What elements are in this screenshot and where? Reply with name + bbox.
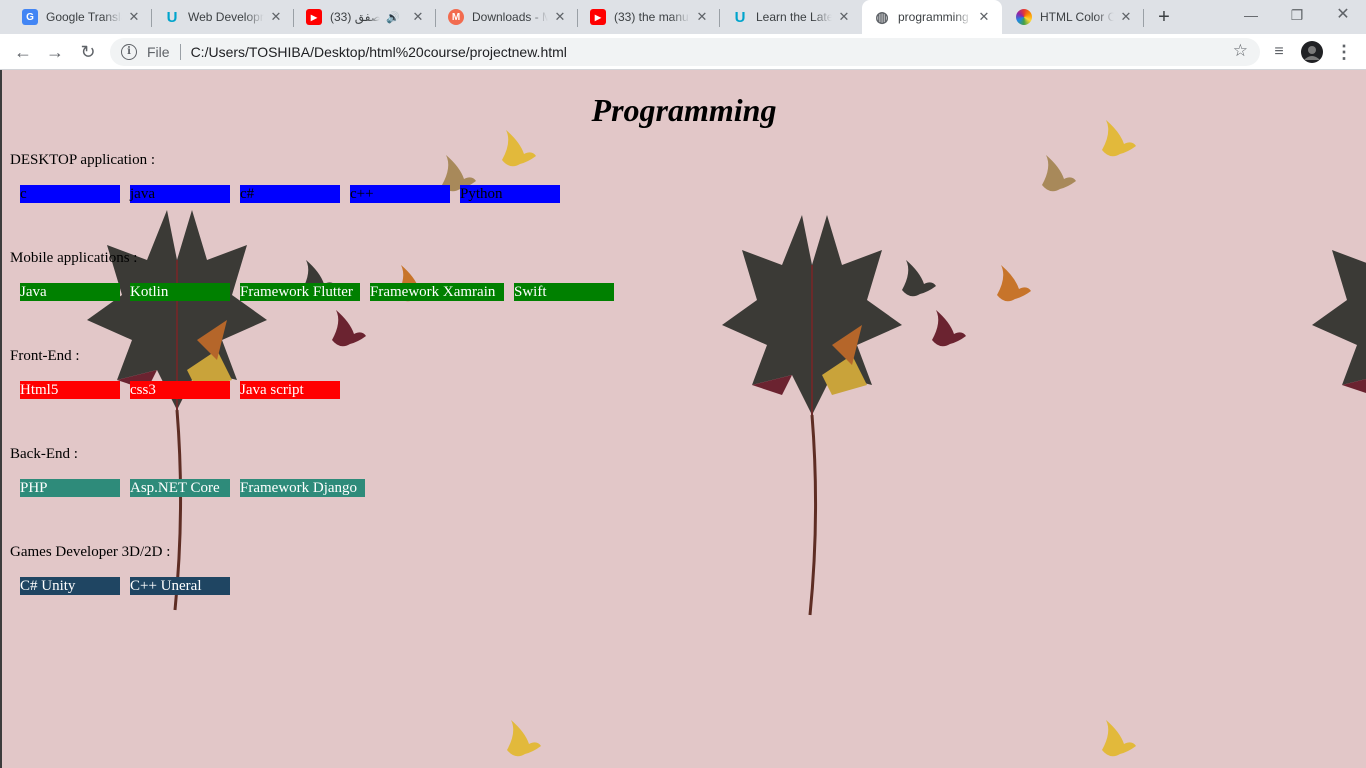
close-icon[interactable]: ✕ [836,9,852,25]
mobile-item: Framework Xamrain [370,283,504,301]
bird-graphic [932,310,966,347]
info-icon[interactable]: i [121,44,137,60]
reload-icon[interactable]: ↻ [74,38,102,66]
menu-dots-icon[interactable]: ⋮ [1332,38,1356,66]
mobile-item: Swift [514,283,614,301]
desktop-item: c# [240,185,340,203]
desktop-item: Python [460,185,560,203]
section-label-mobile: Mobile applications : [10,250,138,266]
media-queue-icon[interactable]: ≡ [1266,38,1292,66]
address-url[interactable]: C:/Users/TOSHIBA/Desktop/html%20course/p… [191,44,567,60]
front-end-item: css3 [130,381,230,399]
close-icon[interactable]: ✕ [694,9,710,25]
avatar[interactable] [1300,38,1324,66]
bookmark-star-icon[interactable]: ☆ [1233,41,1248,61]
tab-programming[interactable]: ◍ programming ✕ [862,0,1002,34]
back-end-item: Framework Django [240,479,365,497]
back-end-item: Asp.NET Core [130,479,230,497]
tab-youtube-playing[interactable]: ▶ وصفق (33) 🔊 ✕ [294,0,436,34]
bird-graphic [1042,155,1076,192]
tab-title: (33) the manuf [614,10,690,24]
close-icon[interactable]: ✕ [126,9,142,25]
globe-icon: ◍ [875,9,889,26]
address-divider [179,44,181,60]
desktop-item: c [20,185,120,203]
tab-separator [1143,9,1144,27]
close-icon[interactable]: ✕ [552,9,568,25]
browser-toolbar: ← → ↻ i File C:/Users/TOSHIBA/Desktop/ht… [0,34,1366,70]
section-label-desktop: DESKTOP application : [10,152,155,168]
bird-graphic [502,130,536,167]
youtube-icon: ▶ [306,9,322,25]
leaf-graphic [1310,213,1366,617]
tab-strip: G Google Translate ✕ U Web Development ✕… [0,0,1366,34]
tab-web-development[interactable]: U Web Development ✕ [152,0,294,34]
google-translate-icon: G [22,9,38,25]
close-icon[interactable]: ✕ [976,9,992,25]
youtube-icon: ▶ [590,9,606,25]
front-end-item: Html5 [20,381,120,399]
tab-title: HTML Color Codes [1040,10,1114,24]
mobile-item: Framework Flutter [240,283,360,301]
games-item: C# Unity [20,577,120,595]
desktop-item: c++ [350,185,450,203]
address-scheme: File [147,44,170,60]
leaf-graphic [720,213,904,617]
minimize-icon[interactable]: — [1228,0,1274,32]
tab-html-color-codes[interactable]: HTML Color Codes ✕ [1004,0,1144,34]
page-content: Programming DESKTOP application : c java… [2,70,1366,768]
bird-graphic [902,260,936,297]
section-label-front-end: Front-End : [10,348,80,364]
close-icon[interactable]: ✕ [410,9,426,25]
udemy-icon: U [734,8,746,26]
close-window-icon[interactable]: ✕ [1320,0,1366,32]
tab-title: Web Development [188,10,264,24]
tab-google-translate[interactable]: G Google Translate ✕ [10,0,152,34]
bird-graphic [507,720,541,757]
restore-icon[interactable]: ❐ [1274,0,1320,32]
section-label-games: Games Developer 3D/2D : [10,544,171,560]
forward-arrow-icon[interactable]: → [41,38,69,66]
close-icon[interactable]: ✕ [268,9,284,25]
tab-youtube[interactable]: ▶ (33) the manuf ✕ [578,0,720,34]
back-end-item: PHP [20,479,120,497]
section-label-back-end: Back-End : [10,446,78,462]
mobile-item: Kotlin [130,283,230,301]
bird-graphic [997,265,1031,302]
address-bar[interactable]: i File C:/Users/TOSHIBA/Desktop/html%20c… [110,38,1260,66]
close-icon[interactable]: ✕ [1118,9,1134,25]
tab-learn-latest[interactable]: U Learn the Latest ✕ [720,0,862,34]
tab-title: Learn the Latest [756,10,832,24]
bird-graphic [1102,720,1136,757]
tab-downloads[interactable]: M Downloads - Mega ✕ [436,0,578,34]
tab-title: وصفق (33) [330,10,381,24]
udemy-icon: U [166,8,178,26]
new-tab-button[interactable]: + [1152,5,1176,29]
page-title: Programming [591,92,777,128]
tab-title: Google Translate [46,10,122,24]
tab-title: Downloads - Mega [472,10,548,24]
mega-icon: M [448,9,464,25]
leaf-birds-background [85,120,1366,757]
back-arrow-icon[interactable]: ← [9,38,37,66]
bird-graphic [332,310,366,347]
tab-title: programming [898,10,969,24]
speaker-icon[interactable]: 🔊 [386,11,400,24]
games-item: C++ Uneral [130,577,230,595]
mobile-item: Java [20,283,120,301]
html-color-icon [1016,9,1032,25]
desktop-item: java [130,185,230,203]
front-end-item: Java script [240,381,340,399]
